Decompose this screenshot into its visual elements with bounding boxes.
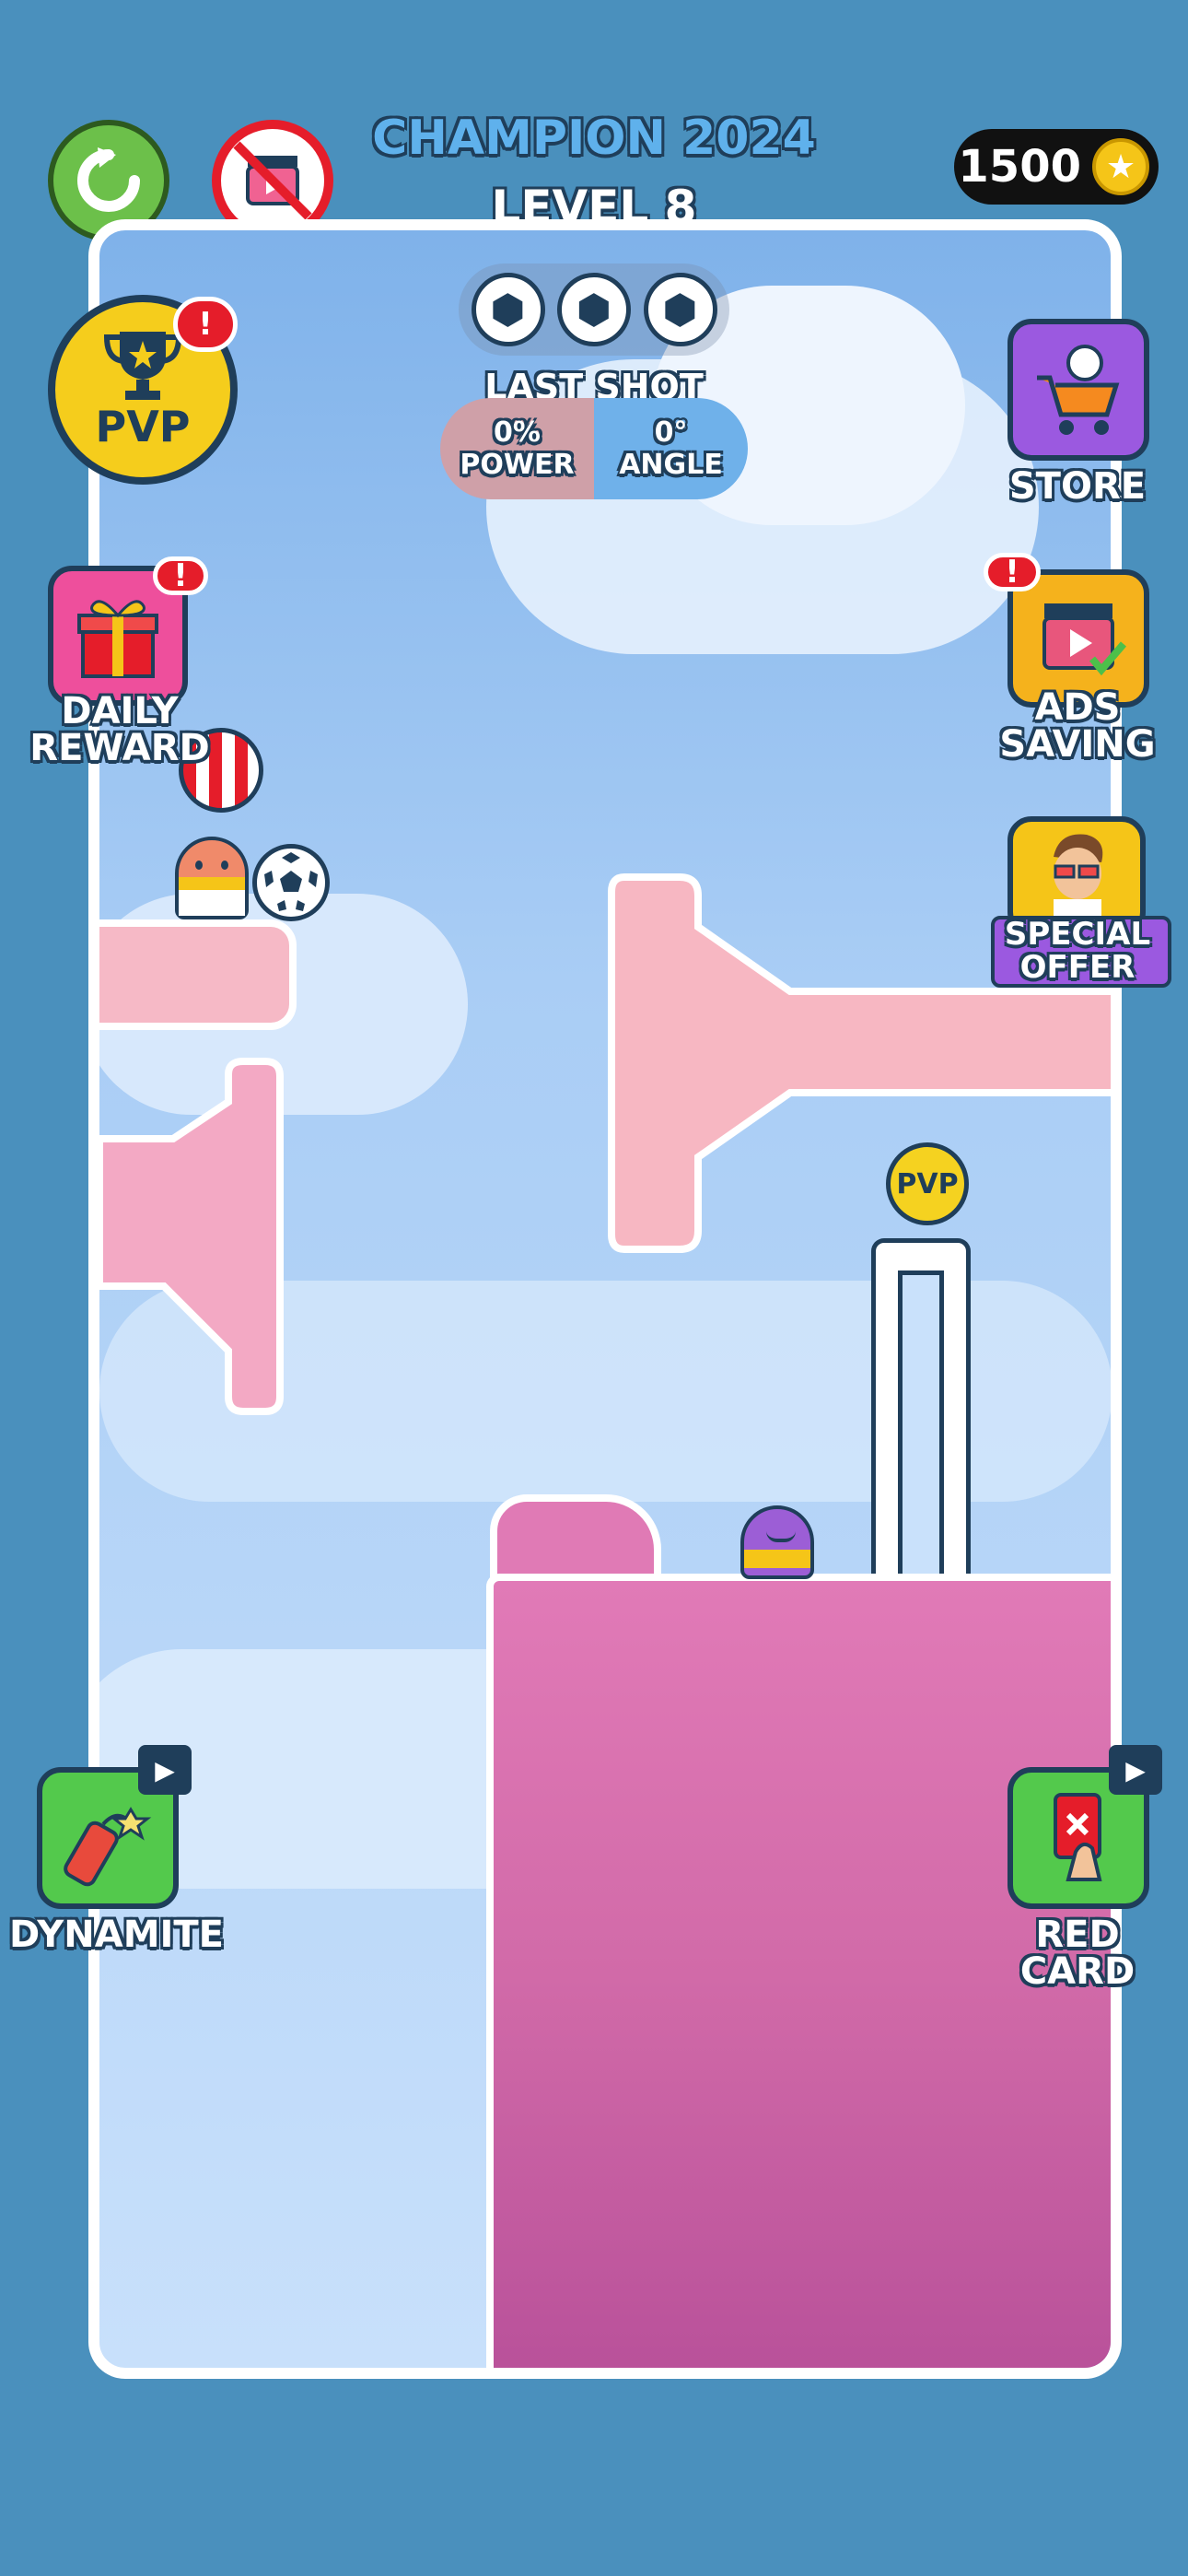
balls-remaining: ⬢ ⬢ ⬢: [459, 263, 729, 356]
power-panel: 0% POWER: [440, 398, 594, 499]
gift-icon: [77, 600, 158, 678]
store-button[interactable]: [1007, 319, 1149, 461]
red-card-label: RED CARD: [1019, 1914, 1136, 1993]
soccer-ball-icon: [264, 852, 318, 911]
store-label: STORE: [1008, 465, 1147, 508]
video-coins-icon: [1042, 603, 1127, 676]
dynamite-icon: [64, 1807, 152, 1887]
champion-title: CHAMPION 2024: [372, 111, 816, 166]
player-character: [175, 837, 249, 919]
pvp-label: PVP: [95, 402, 191, 451]
ads-saving-label-2: SAVING: [999, 723, 1156, 766]
special-offer-label-1: SPECIAL: [1004, 916, 1151, 953]
angle-value: 0°: [654, 416, 688, 449]
ads-saving-label-1: ADS: [1034, 686, 1121, 729]
soccer-ball[interactable]: [252, 844, 330, 921]
red-card-icon: [1054, 1793, 1102, 1881]
dynamite-label: DYNAMITE: [9, 1914, 224, 1956]
opponent-player: [740, 1505, 814, 1579]
platform-left-funnel: [99, 1058, 284, 1415]
video-ad-icon: ▶: [1109, 1745, 1162, 1795]
alert-badge: !: [173, 297, 238, 352]
shopping-cart-icon: [1037, 345, 1120, 435]
ball-icon: ⬢: [471, 273, 545, 346]
ball-icon: ⬢: [557, 273, 631, 346]
coach-avatar-icon: [1054, 834, 1103, 927]
goal-net: [898, 1270, 944, 1584]
daily-reward-label-2: REWARD: [29, 727, 210, 769]
restart-icon: [77, 147, 140, 212]
coin-icon: ★: [1092, 138, 1149, 195]
ball-icon: ⬢: [643, 273, 717, 346]
last-shot-panel: 0% POWER 0° ANGLE: [440, 398, 748, 499]
coin-counter: 1500 ★: [954, 129, 1159, 205]
game-board: PVP: [88, 219, 1122, 2379]
angle-panel: 0° ANGLE: [594, 398, 748, 499]
pvp-token-label: PVP: [896, 1167, 959, 1200]
trophy-icon: [103, 332, 182, 400]
power-label: POWER: [460, 449, 575, 481]
platform-left-top: [99, 919, 297, 1030]
video-ad-icon: ▶: [138, 1745, 192, 1795]
alert-badge: !: [153, 556, 208, 595]
angle-label: ANGLE: [619, 449, 723, 481]
special-offer-label-2: OFFER: [1019, 949, 1136, 986]
coin-amount: 1500: [958, 141, 1081, 193]
power-value: 0%: [494, 416, 541, 449]
no-ads-icon: [233, 141, 312, 220]
daily-reward-label-1: DAILY: [61, 690, 179, 732]
pvp-token[interactable]: PVP: [886, 1142, 969, 1225]
alert-badge: !: [984, 553, 1041, 591]
goal-post: [871, 1238, 971, 1584]
